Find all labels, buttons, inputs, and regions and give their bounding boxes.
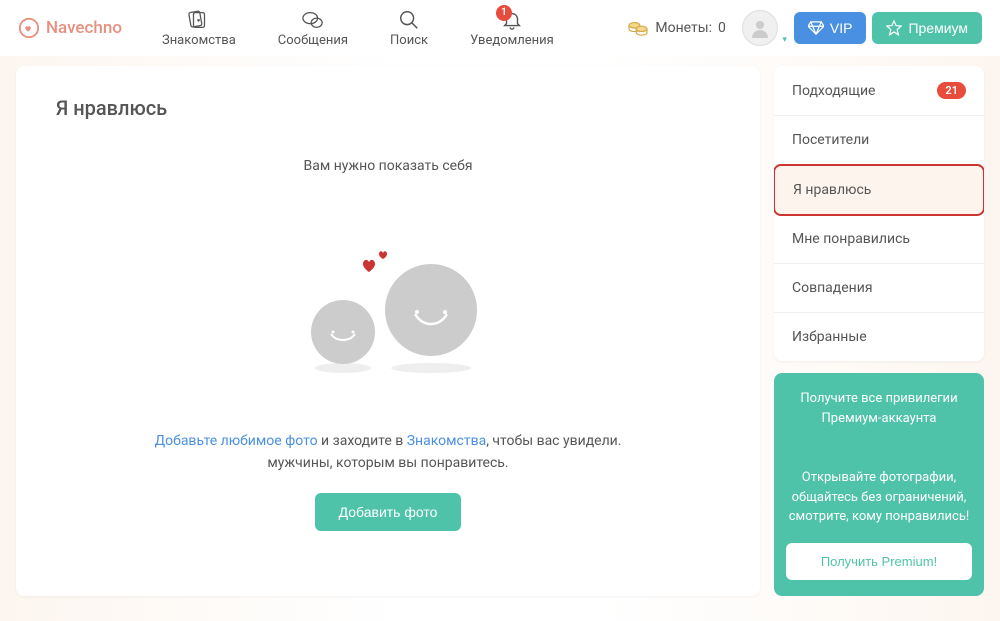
sidebar-item-visitors[interactable]: Посетители [774,116,984,165]
coins-value: 0 [718,20,726,36]
sidebar-item-label: Мне понравились [792,231,910,247]
sidebar-item-mutual[interactable]: Совпадения [774,264,984,313]
meet-link[interactable]: Знакомства [407,433,486,449]
premium-promo: Получите все привилегии Премиум-аккаунта… [774,373,984,596]
coins-display[interactable]: Монеты: 0 [627,19,726,37]
nav-messages[interactable]: Сообщения [278,9,348,48]
chat-icon [301,9,325,31]
premium-label: Премиум [908,20,968,36]
avatar[interactable] [742,10,778,46]
add-photo-button[interactable]: Добавить фото [315,493,462,531]
sidebar-item-label: Я нравлюсь [793,182,871,198]
add-photo-link[interactable]: Добавьте любимое фото [155,433,318,449]
vip-label: VIP [830,20,853,36]
nav-meet[interactable]: Знакомства [162,9,236,48]
logo[interactable]: Navechno [18,17,122,39]
promo-title: Получите все привилегии Премиум-аккаунта [786,389,972,428]
main-panel: Я нравлюсь Вам нужно показать себя Добав… [16,66,760,596]
nav-label: Сообщения [278,33,348,48]
sidebar-item-label: Подходящие [792,83,875,99]
avatar-icon [748,16,772,40]
sidebar-item-label: Избранные [792,329,867,345]
sidebar-item-label: Посетители [792,132,869,148]
diamond-icon [808,21,824,35]
sidebar-item-matches[interactable]: Подходящие 21 [774,66,984,116]
prompt-text: Добавьте любимое фото и заходите в Знако… [56,430,720,475]
page-title: Я нравлюсь [56,96,720,120]
subtitle: Вам нужно показать себя [56,158,720,174]
nav-label: Знакомства [162,33,236,48]
notification-badge: 1 [496,5,512,21]
nav-search[interactable]: Поиск [390,9,428,48]
sidebar-item-favorites[interactable]: Избранные [774,313,984,361]
empty-illustration [56,224,720,374]
star-icon [886,20,902,36]
coins-icon [627,19,649,37]
sidebar: Подходящие 21 Посетители Я нравлюсь Мне … [774,66,984,596]
cards-icon [187,9,211,31]
logo-text: Navechno [46,18,122,38]
premium-button[interactable]: Премиум [872,12,982,44]
sidebar-item-label: Совпадения [792,280,873,296]
nav: Знакомства Сообщения Поиск 1 Уведомления [162,9,554,48]
vip-button[interactable]: VIP [794,12,867,44]
coins-label: Монеты: [655,20,712,36]
logo-icon [18,17,40,39]
sidebar-item-i-liked[interactable]: Мне понравились [774,215,984,264]
header: Navechno Знакомства Сообщения Поиск 1 [0,0,1000,56]
nav-label: Уведомления [470,33,554,48]
sidebar-badge: 21 [937,82,966,99]
nav-label: Поиск [390,33,428,48]
layout: Я нравлюсь Вам нужно показать себя Добав… [0,56,1000,606]
search-icon [398,9,420,31]
sidebar-item-likes-me[interactable]: Я нравлюсь [774,164,984,216]
promo-cta-button[interactable]: Получить Premium! [786,543,972,580]
side-menu: Подходящие 21 Посетители Я нравлюсь Мне … [774,66,984,361]
nav-notifications[interactable]: 1 Уведомления [470,9,554,48]
promo-desc: Открывайте фотографии, общайтесь без огр… [786,468,972,527]
